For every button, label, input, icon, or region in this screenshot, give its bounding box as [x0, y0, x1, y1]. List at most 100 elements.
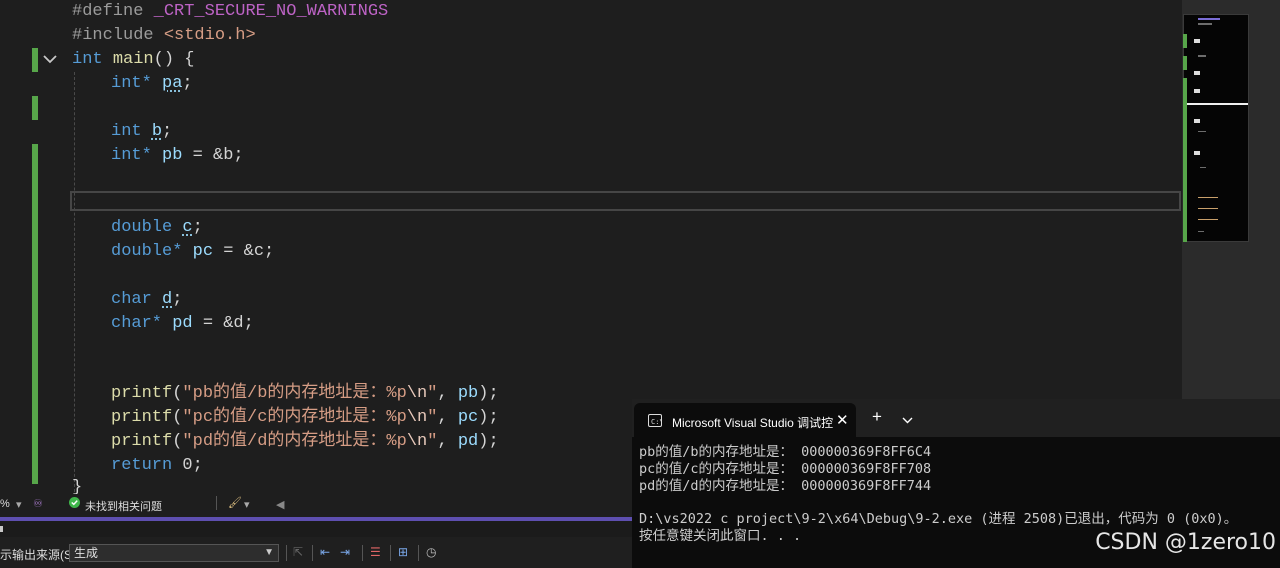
- chevron-down-icon: ▼: [264, 547, 274, 558]
- token: pb: [162, 146, 183, 165]
- minimap-line: [1198, 231, 1204, 232]
- code-line: int* pb = &b;: [111, 144, 244, 168]
- console-tab[interactable]: C:\ Microsoft Visual Studio 调试控 ✕: [634, 403, 856, 437]
- minimap-line: [1200, 167, 1206, 168]
- token: (: [172, 408, 183, 427]
- new-tab-icon[interactable]: +: [872, 407, 882, 427]
- token: );: [478, 432, 499, 451]
- console-output-line: pb的值/b的内存地址是： 000000369F8FF6C4: [639, 444, 932, 460]
- console-output-line: pd的值/d的内存地址是： 000000369F8FF744: [639, 478, 932, 494]
- token: pd: [172, 314, 193, 333]
- minimap-line: [1198, 197, 1218, 198]
- token: c: [182, 218, 193, 237]
- code-line: }: [72, 476, 82, 494]
- minimap-viewport[interactable]: [1184, 103, 1248, 105]
- console-output-line: 按任意键关闭此窗口. . .: [639, 528, 802, 544]
- token: = &b;: [182, 146, 244, 165]
- indent-guide: [74, 72, 75, 492]
- token: pb: [457, 384, 479, 403]
- scroll-left-icon[interactable]: ◀: [276, 498, 284, 511]
- console-title-bar: C:\ Microsoft Visual Studio 调试控 ✕ +: [632, 399, 1280, 437]
- token: ,: [437, 432, 458, 451]
- token: main: [112, 50, 154, 69]
- token: ": [427, 432, 438, 451]
- previous-message-icon[interactable]: ⇤: [320, 545, 330, 559]
- token: ,: [437, 384, 458, 403]
- token: #define: [72, 2, 144, 21]
- clock-icon[interactable]: ◷: [426, 545, 436, 559]
- token: int: [111, 122, 142, 141]
- minimap-line: [1198, 55, 1206, 57]
- change-bar: [32, 144, 38, 484]
- chevron-down-icon[interactable]: [902, 411, 913, 429]
- divider: [418, 545, 419, 561]
- minimap-line: [1198, 219, 1218, 220]
- token: (: [172, 384, 183, 403]
- minimap-change-mark: [1183, 78, 1187, 242]
- token: <stdio.h>: [163, 26, 256, 45]
- minimap-change-mark: [1183, 34, 1187, 48]
- divider: [362, 545, 363, 561]
- minimap-line: [1194, 39, 1200, 43]
- code-line: double* pc = &c;: [111, 240, 274, 264]
- token: #include: [72, 26, 154, 45]
- token: \n: [406, 432, 428, 451]
- token: b: [151, 122, 163, 141]
- output-toolbar: 示输出来源(S): 生成 ▼ ⇱ ⇤ ⇥ ☰ ⊞ ◷: [0, 537, 632, 568]
- word-wrap-icon[interactable]: ⊞: [398, 545, 408, 559]
- output-source-label: 示输出来源(S):: [0, 548, 80, 562]
- watermark: CSDN @1zero10: [1095, 530, 1276, 555]
- token: (: [172, 432, 183, 451]
- check-circle-icon: [69, 497, 80, 511]
- token: ": [427, 384, 438, 403]
- token: pc: [192, 242, 214, 261]
- editor-status-bar: % ▾ ♾ 未找到相关问题 🖌 ▾ ◀: [0, 494, 632, 516]
- token: ;: [192, 218, 203, 237]
- code-line: int b;: [111, 120, 172, 144]
- accent-divider: [0, 517, 632, 521]
- splitter-marker: [0, 526, 3, 532]
- token: double: [111, 218, 173, 237]
- minimap-line: [1194, 151, 1200, 155]
- token: printf: [111, 432, 173, 451]
- token: ;: [172, 290, 183, 309]
- token: ;: [182, 74, 193, 93]
- console-tab-title: Microsoft Visual Studio 调试控: [672, 416, 834, 430]
- minimap-line: [1198, 23, 1212, 25]
- divider: [216, 496, 217, 510]
- minimap-line: [1194, 119, 1200, 123]
- token: = &c;: [213, 242, 275, 261]
- dropdown-arrow-icon[interactable]: ▾: [244, 498, 250, 511]
- token: }: [72, 478, 83, 494]
- next-message-icon[interactable]: ⇥: [340, 545, 350, 559]
- token: ,: [437, 408, 458, 427]
- code-line: printf("pb的值/b的内存地址是：%p\n", pb);: [111, 382, 499, 406]
- console-app-icon: C:\: [648, 414, 664, 432]
- token: pa: [162, 74, 183, 93]
- issues-status[interactable]: 未找到相关问题: [85, 498, 162, 514]
- close-icon[interactable]: ✕: [836, 411, 849, 429]
- minimap[interactable]: [1183, 14, 1249, 242]
- dropdown-arrow-icon[interactable]: ▾: [16, 498, 22, 511]
- copilot-icon[interactable]: ♾: [33, 497, 43, 510]
- code-line: int main() {: [72, 48, 194, 72]
- code-line: printf("pd的值/d的内存地址是：%p\n", pd);: [111, 430, 499, 454]
- output-source-select[interactable]: 生成 ▼: [69, 544, 279, 562]
- divider: [286, 545, 287, 561]
- clear-all-icon[interactable]: ☰: [370, 545, 381, 559]
- minimap-line: [1194, 71, 1200, 75]
- find-message-icon[interactable]: ⇱: [293, 545, 303, 559]
- token: char: [111, 290, 152, 309]
- token: int*: [111, 74, 152, 93]
- token: ": [427, 408, 438, 427]
- code-line: return 0;: [111, 454, 203, 478]
- output-source-value: 生成: [74, 546, 99, 560]
- token: d: [162, 290, 173, 309]
- zoom-level[interactable]: %: [0, 498, 10, 510]
- token: \n: [406, 384, 428, 403]
- token: ;: [162, 122, 173, 141]
- minimap-line: [1198, 18, 1220, 20]
- fold-chevron-icon[interactable]: [42, 51, 58, 67]
- token: _CRT_SECURE_NO_WARNINGS: [153, 2, 389, 21]
- brush-icon[interactable]: 🖌: [228, 496, 242, 509]
